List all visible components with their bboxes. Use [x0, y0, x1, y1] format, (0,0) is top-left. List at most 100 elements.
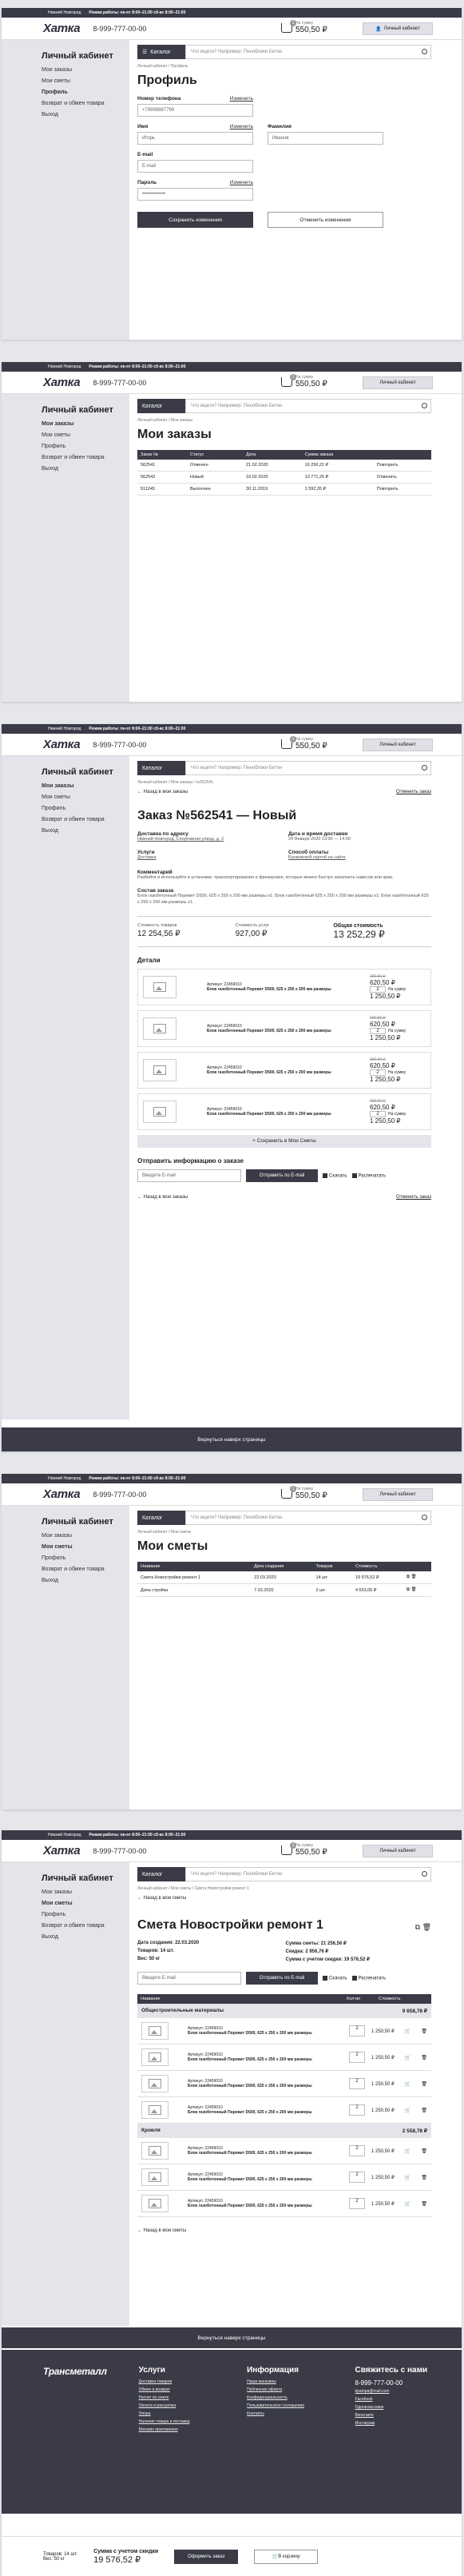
search-icon[interactable]	[422, 765, 427, 770]
sidebar-item-logout[interactable]: Выход	[42, 112, 129, 117]
download-button[interactable]: Скачать	[323, 1975, 347, 1981]
sidebar-item-estimates[interactable]: Мои сметы	[42, 1544, 129, 1550]
item-name[interactable]: Блок газобетонный Поревит D500, 625 x 25…	[207, 1029, 363, 1033]
sidebar-item-profile[interactable]: Профиль	[42, 90, 129, 95]
order-number[interactable]: 562542	[137, 471, 187, 484]
save-to-estimates-button[interactable]: + Сохранить в Мои Сметы	[137, 1134, 431, 1148]
sidebar-item-profile[interactable]: Профиль	[42, 806, 129, 811]
group-header[interactable]: Общестроительные материалы 9 658,78 ₽	[137, 2004, 431, 2018]
item-name[interactable]: Блок газобетонный Поревит D500, 625 x 25…	[188, 2084, 343, 2088]
quantity-stepper[interactable]: 2	[349, 2198, 365, 2209]
item-name[interactable]: Блок газобетонный Поревит D500, 625 x 25…	[207, 987, 363, 992]
email-input[interactable]: Введите E-mail	[137, 1972, 241, 1985]
download-button[interactable]: Скачать	[323, 1173, 347, 1178]
name-change-link[interactable]: Изменить	[230, 124, 253, 129]
cabinet-button[interactable]: Личный кабинет	[363, 1845, 433, 1857]
repeat-link[interactable]: Повторить	[373, 460, 431, 472]
search-input[interactable]: Что ищете? Например: Пеноблоки Бетон	[185, 761, 431, 775]
catalog-button[interactable]: Каталог	[137, 399, 185, 413]
trash-icon[interactable]: 🗑	[421, 2201, 427, 2207]
email-input[interactable]: Введите E-mail	[137, 1169, 241, 1182]
back-link[interactable]: ← Назад в мои сметы	[137, 2228, 431, 2233]
breadcrumb[interactable]: Личный кабинет / Мои заказы	[137, 418, 431, 423]
cart-icon[interactable]: 🛒	[405, 2175, 410, 2180]
name-field[interactable]: Игорь	[137, 132, 253, 145]
search-input[interactable]: Что ищете? Например: Пеноблоки Бетон	[185, 399, 431, 413]
footer-link[interactable]: Магазин приложения	[139, 2427, 215, 2432]
cancel-order-link[interactable]: Отменить заказ	[396, 1195, 431, 1200]
item-name[interactable]: Блок газобетонный Поревит D500, 625 x 25…	[188, 2057, 343, 2062]
item-name[interactable]: Блок газобетонный Поревит D500, 625 x 25…	[188, 2151, 343, 2156]
back-link[interactable]: ← Назад в мои заказы	[137, 790, 188, 794]
header-phone[interactable]: 8-999-777-00-00	[93, 379, 146, 387]
sidebar-item-logout[interactable]: Выход	[42, 466, 129, 472]
footer-link[interactable]: Оплата и рассрочка	[139, 2403, 215, 2408]
sidebar-item-returns[interactable]: Возврат и обмен товара	[42, 817, 129, 822]
order-number[interactable]: 511245	[137, 483, 187, 496]
cart-widget[interactable]: 1 На сумму 550,50 ₽	[281, 1841, 327, 1857]
sidebar-item-orders[interactable]: Мои заказы	[42, 67, 129, 73]
product-image[interactable]	[141, 2101, 169, 2119]
print-button[interactable]: Распечатать	[351, 1173, 386, 1178]
print-button[interactable]: Распечатать	[351, 1975, 386, 1981]
trash-icon[interactable]: 🗑	[410, 1575, 416, 1579]
product-image[interactable]	[143, 1100, 176, 1123]
sidebar-item-logout[interactable]: Выход	[42, 1934, 129, 1940]
cabinet-button[interactable]: Личный кабинет	[363, 1488, 433, 1501]
quantity-stepper[interactable]: 2	[349, 2172, 365, 2183]
services-value[interactable]: Доставка	[137, 855, 280, 862]
quantity-stepper[interactable]: 2	[370, 985, 386, 993]
surname-field[interactable]: Иванов	[268, 132, 383, 145]
to-cart-button[interactable]: 🛒 В корзину	[254, 2549, 319, 2564]
catalog-button[interactable]: Каталог	[137, 761, 185, 775]
order-number[interactable]: 562541	[137, 460, 187, 472]
email-field[interactable]: E-mail	[137, 160, 253, 173]
sidebar-item-returns[interactable]: Возврат и обмен товара	[42, 1567, 129, 1572]
product-image[interactable]	[141, 2195, 169, 2212]
copy-icon[interactable]: ⧉	[406, 1587, 410, 1592]
product-image[interactable]	[143, 1017, 176, 1040]
product-image[interactable]	[143, 975, 176, 998]
product-image[interactable]	[141, 2048, 169, 2066]
trash-icon[interactable]: 🗑	[421, 2148, 427, 2154]
city-selector[interactable]: Нижний Новгород	[48, 364, 81, 369]
trash-icon[interactable]: 🗑	[421, 2108, 427, 2113]
footer-link[interactable]: Контакты	[247, 2411, 323, 2416]
breadcrumb[interactable]: Личный кабинет / Мои сметы / Смета Новос…	[137, 1886, 431, 1891]
sidebar-item-estimates[interactable]: Мои сметы	[42, 1901, 129, 1906]
sidebar-item-logout[interactable]: Выход	[42, 1578, 129, 1583]
item-name[interactable]: Блок газобетонный Поревит D500, 625 x 25…	[188, 2177, 343, 2182]
cancel-link[interactable]: Отменить	[373, 471, 431, 484]
quantity-stepper[interactable]: 2	[370, 1069, 386, 1076]
header-phone[interactable]: 8-999-777-00-00	[93, 741, 146, 749]
footer-link[interactable]: Инстаграм	[355, 2421, 431, 2426]
table-row[interactable]: 562541 Отменен 21.02.2020 16 256,21 ₽ Повтор…	[137, 460, 431, 472]
send-email-button[interactable]: Отправить по E-mail	[246, 1972, 318, 1985]
copy-icon[interactable]: ⧉	[415, 1923, 420, 1931]
city-selector[interactable]: Нижний Новгород	[48, 1833, 81, 1837]
back-to-top-button[interactable]: Вернуться наверх страницы	[2, 2327, 462, 2348]
quantity-stepper[interactable]: 2	[349, 2025, 365, 2037]
search-input[interactable]: Что ищете? Например: Пеноблоки Бетон	[185, 1511, 431, 1525]
phone-change-link[interactable]: Изменить	[230, 96, 253, 102]
footer-link[interactable]: Наличие товара и поставка	[139, 2419, 215, 2424]
logo[interactable]: Хатка	[43, 1487, 81, 1501]
cancel-order-link[interactable]: Отменить заказ	[396, 790, 431, 794]
search-input[interactable]: Что ищете? Например: Пеноблоки Бетон	[185, 45, 431, 59]
quantity-stepper[interactable]: 2	[370, 1110, 386, 1117]
search-icon[interactable]	[422, 1871, 427, 1877]
estimate-name[interactable]: Смета Новостройки ремонт 1	[137, 1571, 252, 1584]
quantity-stepper[interactable]: 2	[349, 2078, 365, 2089]
password-change-link[interactable]: Изменить	[230, 180, 253, 185]
phone-field[interactable]: +79998887799	[137, 104, 253, 117]
delivery-address[interactable]: Нижний Новгород, Спортивная улица, д. 2	[137, 837, 280, 843]
header-phone[interactable]: 8-999-777-00-00	[93, 25, 146, 33]
item-name[interactable]: Блок газобетонный Поревит D500, 625 x 25…	[188, 2031, 343, 2036]
password-field[interactable]: ••••••••••••••	[137, 188, 253, 201]
copy-icon[interactable]: ⧉	[406, 1575, 410, 1579]
cabinet-button[interactable]: Личный кабинет	[363, 739, 433, 751]
footer-link[interactable]: Facebook	[355, 2397, 431, 2402]
back-link[interactable]: ← Назад в мои заказы	[137, 1195, 188, 1200]
group-header[interactable]: Кровля 2 558,78 ₽	[137, 2124, 431, 2138]
catalog-button[interactable]: Каталог	[137, 1511, 185, 1525]
